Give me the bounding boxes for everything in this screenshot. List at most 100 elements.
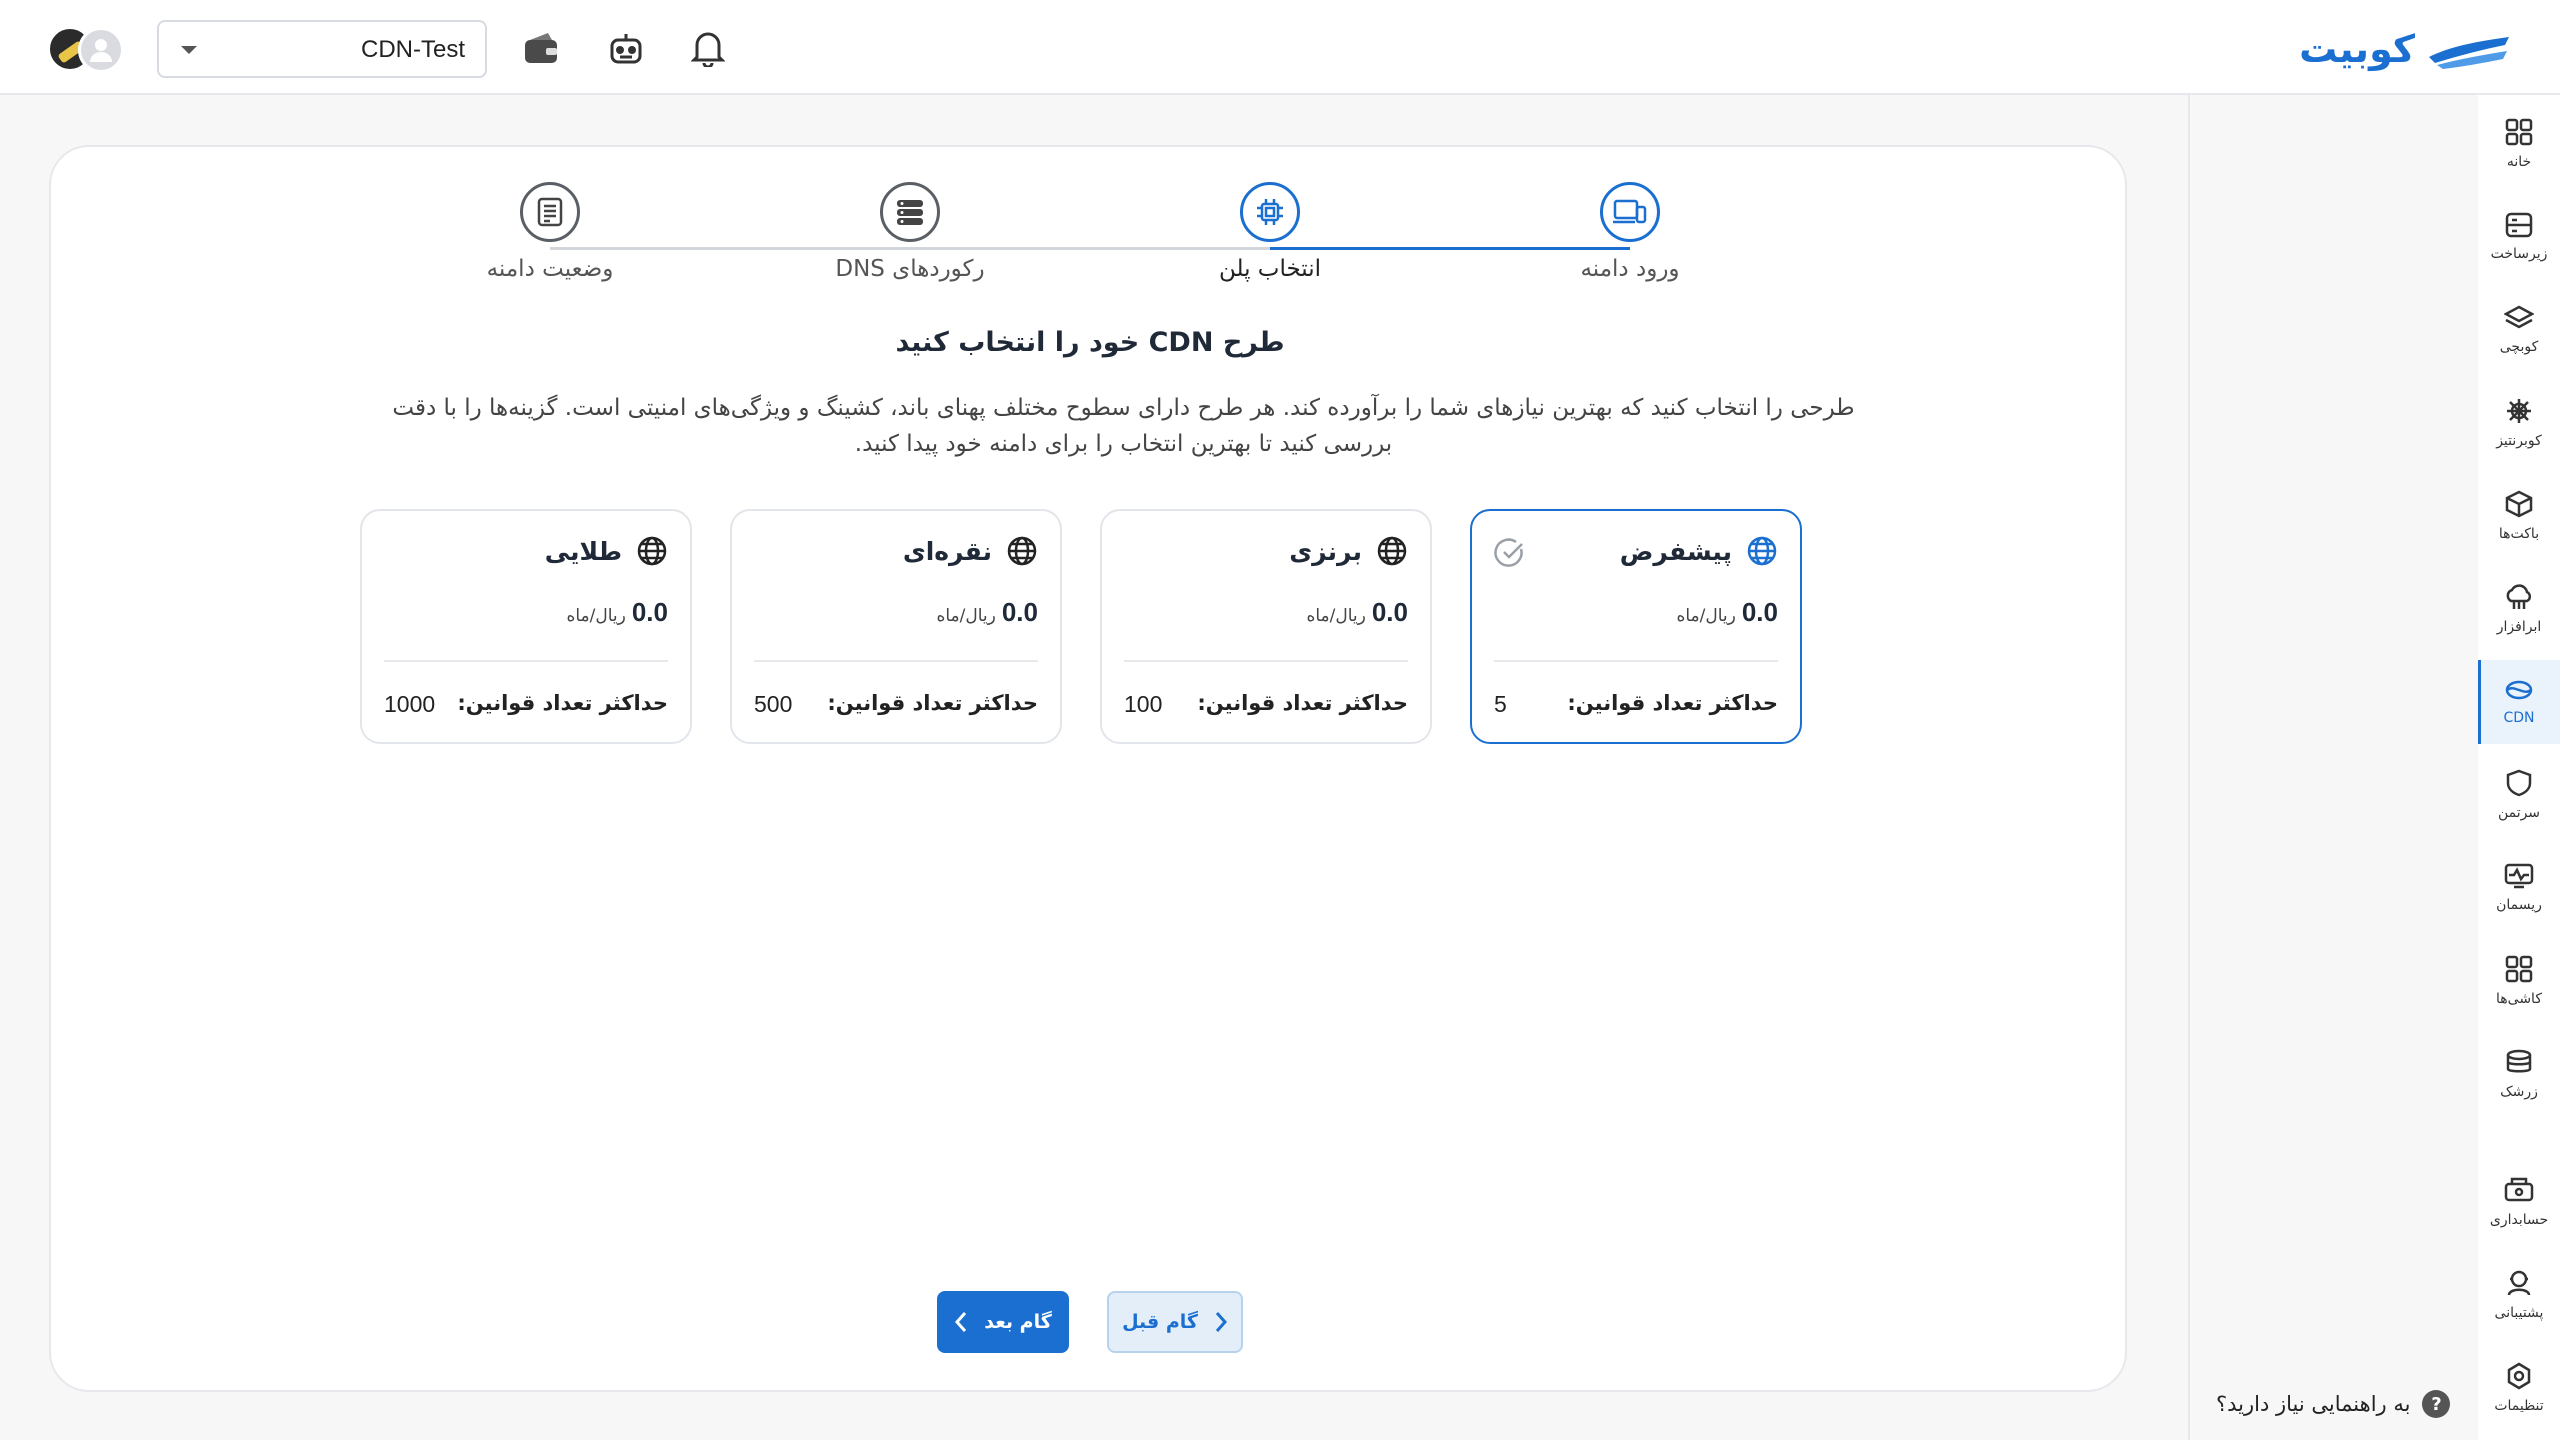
price-value: 0.0	[631, 597, 668, 627]
plan-card-gold[interactable]: طلایی 0.0 ریال/ماه حداکثر تعداد قوانین: …	[360, 509, 692, 744]
previous-step-button[interactable]: گام قبل	[1107, 1291, 1243, 1353]
plan-card-bronze[interactable]: برنزی 0.0 ریال/ماه حداکثر تعداد قوانین: …	[1100, 509, 1432, 744]
plan-price: 0.0 ریال/ماه	[566, 597, 668, 628]
plan-card-silver[interactable]: نقره‌ای 0.0 ریال/ماه حداکثر تعداد قوانین…	[730, 509, 1062, 744]
plan-name: طلایی	[544, 536, 622, 566]
shield-icon	[2506, 769, 2532, 797]
divider	[1124, 660, 1408, 662]
help-text: به راهنمایی نیاز دارید؟	[2216, 1392, 2411, 1416]
sidebar-item-label: خانه	[2506, 154, 2532, 170]
divider	[384, 660, 668, 662]
plan-price: 0.0 ریال/ماه	[1306, 597, 1408, 628]
stack-icon	[2506, 1049, 2532, 1073]
step-circle	[880, 182, 940, 242]
bell-icon[interactable]	[686, 26, 730, 70]
rules-label: حداکثر تعداد قوانین:	[1567, 691, 1778, 715]
plan-name: پیشفرض	[1619, 536, 1732, 566]
plan-header: برنزی	[1289, 535, 1408, 567]
accounting-icon	[2504, 1177, 2534, 1202]
step-circle	[520, 182, 580, 242]
document-icon	[537, 197, 563, 227]
sidebar-item-cdn[interactable]: CDN	[2478, 660, 2560, 744]
cloud-icon	[2506, 584, 2532, 609]
sidebar-item-settings[interactable]: تنظیمات	[2478, 1346, 2560, 1430]
robot-icon[interactable]	[604, 26, 648, 70]
sidebar-item-cloud-app[interactable]: ابرافزار	[2478, 567, 2560, 651]
question-icon: ?	[2422, 1390, 2451, 1418]
price-unit: ریال/ماه	[1676, 606, 1736, 626]
chip-icon	[1257, 199, 1283, 225]
sidebar-item-label: کوبرنتیز	[2496, 433, 2542, 449]
project-select-value: CDN-Test	[360, 36, 465, 63]
globe-icon	[637, 536, 667, 566]
sidebar-item-zereshk[interactable]: زرشک	[2478, 1032, 2560, 1116]
step-domain-entry[interactable]: ورود دامنه	[1530, 182, 1730, 282]
sidebar-item-buckets[interactable]: باکت‌ها	[2478, 474, 2560, 558]
next-step-label: گام بعد	[984, 1311, 1052, 1333]
project-select[interactable]: CDN-Test	[157, 20, 487, 78]
price-unit: ریال/ماه	[936, 606, 996, 626]
sidebar-item-sartaman[interactable]: سرتمن	[2478, 753, 2560, 837]
sidebar-item-kubernetes[interactable]: کوبرنتیز	[2478, 381, 2560, 465]
box-icon	[2505, 490, 2533, 518]
sidebar-item-label: کاشی‌ها	[2496, 991, 2542, 1007]
top-bar: کوبیت CDN-Test	[0, 0, 2560, 95]
plan-header: پیشفرض	[1620, 535, 1778, 567]
sidebar-area: ? به راهنمایی نیاز دارید؟ خانه زیرساخت ک…	[2188, 95, 2560, 1440]
step-circle	[1240, 182, 1300, 242]
plan-header: طلایی	[545, 535, 668, 567]
sidebar-item-label: تنظیمات	[2494, 1398, 2544, 1414]
avatar-group[interactable]	[48, 27, 126, 73]
wallet-icon[interactable]	[519, 26, 563, 70]
sidebar-item-tiles[interactable]: کاشی‌ها	[2478, 939, 2560, 1023]
monitor-icon	[2504, 863, 2534, 889]
sidebar-item-label: ابرافزار	[2496, 619, 2542, 635]
globe-icon	[1377, 536, 1407, 566]
sidebar-item-label: سرتمن	[2497, 805, 2541, 821]
sidebar-item-label: زیرساخت	[2490, 246, 2548, 262]
cdn-icon	[2505, 680, 2533, 700]
layers-icon	[2504, 305, 2534, 329]
step-domain-status[interactable]: وضعیت دامنه	[450, 182, 650, 282]
globe-icon	[1747, 536, 1777, 566]
step-dns-records[interactable]: رکوردهای DNS	[810, 182, 1010, 282]
sidebar-item-label: CDN	[2503, 710, 2535, 726]
logo[interactable]: کوبیت	[2299, 26, 2511, 72]
step-label: ورود دامنه	[1580, 256, 1680, 282]
divider	[1494, 660, 1778, 662]
step-plan-selection[interactable]: انتخاب پلن	[1170, 182, 1370, 282]
sidebar-item-home[interactable]: خانه	[2478, 102, 2560, 186]
plan-price: 0.0 ریال/ماه	[1676, 597, 1778, 628]
sidebar-item-infrastructure[interactable]: زیرساخت	[2478, 195, 2560, 279]
rules-label: حداکثر تعداد قوانین:	[1197, 691, 1408, 715]
plan-card-default[interactable]: پیشفرض 0.0 ریال/ماه حداکثر تعداد قوانین:…	[1470, 509, 1802, 744]
rules-value: 100	[1124, 691, 1163, 717]
page-title: طرح CDN خود را انتخاب کنید	[895, 327, 1285, 358]
support-icon	[2507, 1270, 2531, 1296]
step-label: وضعیت دامنه	[486, 256, 614, 282]
next-step-button[interactable]: گام بعد	[937, 1291, 1069, 1353]
main-card: ورود دامنه انتخاب پلن رکوردهای DNS وضعیت…	[49, 145, 2127, 1392]
globe-icon	[1007, 536, 1037, 566]
sidebar-item-label: زرشک	[2500, 1084, 2538, 1100]
sidebar-item-risman[interactable]: ریسمان	[2478, 846, 2560, 930]
caret-down-icon	[181, 46, 197, 54]
help-panel: ? به راهنمایی نیاز دارید؟	[2188, 95, 2478, 1440]
rules-value: 1000	[384, 691, 436, 717]
ship-logo-icon	[2429, 37, 2509, 69]
server-list-icon	[897, 200, 923, 225]
server-icon	[2505, 212, 2533, 238]
sidebar-item-label: باکت‌ها	[2498, 526, 2540, 542]
chevron-right-icon	[1215, 1312, 1227, 1332]
sidebar-item-accounting[interactable]: حسابداری	[2478, 1160, 2560, 1244]
help-link[interactable]: ? به راهنمایی نیاز دارید؟	[2216, 1390, 2451, 1418]
divider	[754, 660, 1038, 662]
sidebar-item-kubchi[interactable]: کوبچی	[2478, 288, 2560, 372]
rules-label: حداکثر تعداد قوانین:	[457, 691, 668, 715]
price-unit: ریال/ماه	[1306, 606, 1366, 626]
description-line: بررسی کنید تا بهترین انتخاب را برای دامن…	[854, 431, 1393, 457]
sidebar: خانه زیرساخت کوبچی کوبرنتیز باکت‌ها ابرا…	[2478, 95, 2560, 1440]
tiles-icon	[2505, 955, 2533, 983]
sidebar-item-support[interactable]: پشتیبانی	[2478, 1253, 2560, 1337]
step-circle	[1600, 182, 1660, 242]
